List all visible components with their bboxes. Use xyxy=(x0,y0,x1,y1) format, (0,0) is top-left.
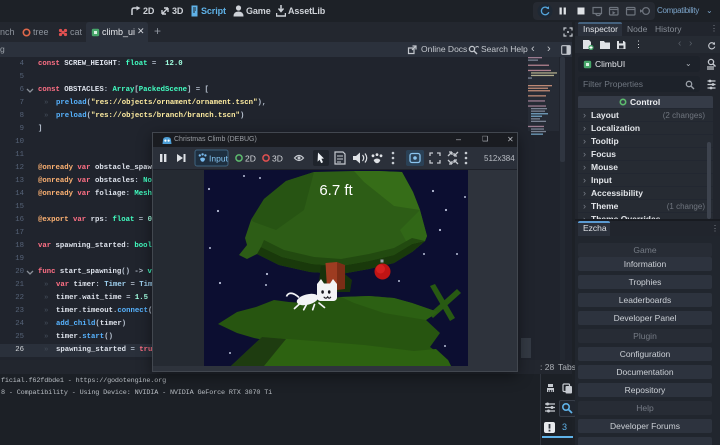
svg-text:6.7 ft: 6.7 ft xyxy=(319,182,353,199)
svg-text:512x384: 512x384 xyxy=(484,154,515,163)
svg-text:Input: Input xyxy=(209,154,229,164)
svg-text:2D: 2D xyxy=(245,154,256,164)
svg-text:3D: 3D xyxy=(272,154,283,164)
